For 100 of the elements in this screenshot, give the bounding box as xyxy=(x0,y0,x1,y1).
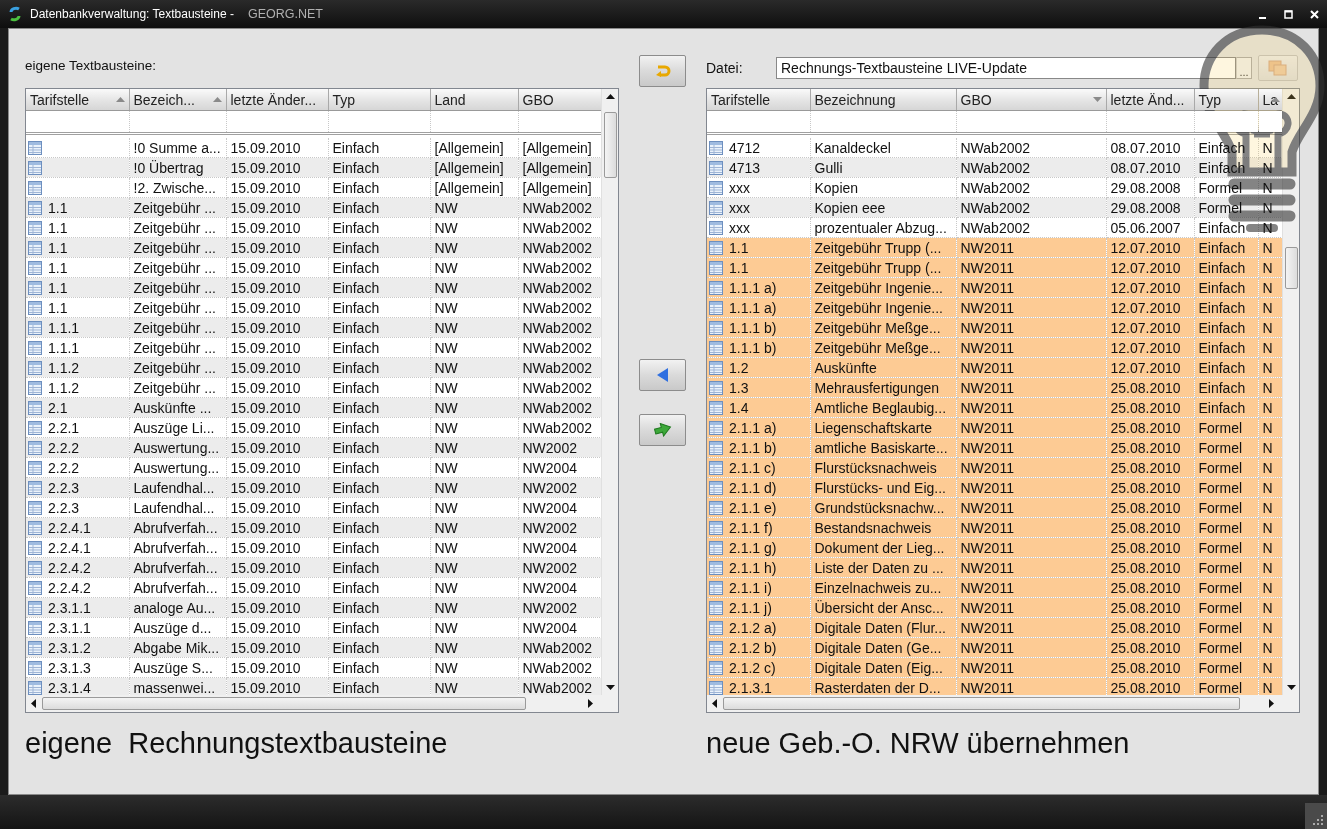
table-cell: 2.1.1 b) xyxy=(729,439,777,456)
table-cell: NW xyxy=(430,597,518,618)
highlighted-row[interactable]: 2.1.1 h) Liste der Daten zu ... NW2011 25.08.2010 Formel N xyxy=(707,557,1282,578)
table-cell: NW xyxy=(430,537,518,558)
resize-grip-icon[interactable] xyxy=(1305,803,1327,829)
highlighted-row[interactable]: 1.2 Auskünfte NW2011 12.07.2010 Einfach N xyxy=(707,357,1282,378)
row-icon xyxy=(27,679,43,695)
highlighted-row[interactable]: 1.1 Zeitgebühr Trupp (... NW2011 12.07.2010 Einfach N xyxy=(707,237,1282,258)
transfer-button[interactable] xyxy=(639,414,686,446)
highlighted-row[interactable]: 2.1.1 c) Flurstücksnachweis NW2011 25.08.2010 Formel N xyxy=(707,457,1282,478)
filter-field[interactable] xyxy=(518,110,601,134)
table-cell: 2.1.1 j) xyxy=(729,599,772,616)
scroll-thumb[interactable] xyxy=(42,697,526,710)
table-cell: NW xyxy=(430,517,518,538)
table-cell: NWab2002 xyxy=(956,177,1106,198)
table-cell: Einfach xyxy=(328,417,430,438)
table-cell: 25.08.2010 xyxy=(1106,497,1194,518)
table-cell: NW xyxy=(430,357,518,378)
table-cell: Auszüge Li... xyxy=(129,417,226,438)
table-cell: Laufendhal... xyxy=(129,497,226,518)
highlighted-row[interactable]: 2.1.1 f) Bestandsnachweis NW2011 25.08.2010 Formel N xyxy=(707,517,1282,538)
highlighted-row[interactable]: 2.1.1 e) Grundstücksnachw... NW2011 25.08.2010 Formel N xyxy=(707,497,1282,518)
row-icon xyxy=(27,539,43,556)
move-left-button[interactable] xyxy=(639,359,686,391)
undo-button[interactable] xyxy=(639,55,686,87)
column-header[interactable]: letzte Änder... xyxy=(226,89,328,111)
filter-field[interactable] xyxy=(1194,110,1258,134)
table-cell: Formel xyxy=(1194,517,1258,538)
row-icon xyxy=(27,659,43,676)
table-cell: 29.08.2008 xyxy=(1106,197,1194,218)
horizontal-scrollbar[interactable] xyxy=(26,695,618,712)
row-icon xyxy=(27,399,43,416)
browse-button[interactable]: ... xyxy=(1236,57,1252,79)
filter-field[interactable] xyxy=(707,110,810,134)
panel-label: eigene Textbausteine: xyxy=(25,58,157,73)
close-icon[interactable] xyxy=(1308,8,1320,20)
table-cell: Formel xyxy=(1194,477,1258,498)
table-cell: Abgabe Mik... xyxy=(129,637,226,658)
highlighted-row[interactable]: 2.1.1 j) Übersicht der Ansc... NW2011 25.08.2010 Formel N xyxy=(707,597,1282,618)
highlighted-row[interactable]: 2.1.1 i) Einzelnachweis zu... NW2011 25.08.2010 Formel N xyxy=(707,577,1282,598)
highlighted-row[interactable]: 1.1.1 b) Zeitgebühr Meßge... NW2011 12.07.2010 Einfach N xyxy=(707,317,1282,338)
table-cell: 25.08.2010 xyxy=(1106,617,1194,638)
column-header[interactable]: Bezeich... xyxy=(129,89,226,111)
highlighted-row[interactable]: 2.1.3.1 Rasterdaten der D... NW2011 25.08.2010 Formel N xyxy=(707,677,1282,695)
column-header[interactable]: Land xyxy=(430,89,518,111)
highlighted-row[interactable]: 2.1.2 c) Digitale Daten (Eig... NW2011 25.08.2010 Formel N xyxy=(707,657,1282,678)
column-header[interactable]: Typ xyxy=(328,89,430,111)
filter-field[interactable] xyxy=(26,110,129,134)
highlighted-row[interactable]: 2.1.1 g) Dokument der Lieg... NW2011 25.08.2010 Formel N xyxy=(707,537,1282,558)
table-cell: NW xyxy=(430,257,518,278)
filter-field[interactable] xyxy=(1258,110,1282,134)
highlighted-row[interactable]: 1.1.1 b) Zeitgebühr Meßge... NW2011 12.07.2010 Einfach N xyxy=(707,337,1282,358)
column-header[interactable]: Tarifstelle xyxy=(26,89,129,111)
column-header[interactable]: Tarifstelle xyxy=(707,89,810,111)
highlighted-row[interactable]: 2.1.1 d) Flurstücks- und Eig... NW2011 25.08.2010 Formel N xyxy=(707,477,1282,498)
scroll-thumb[interactable] xyxy=(1284,247,1298,289)
table-cell: Einfach xyxy=(1194,297,1258,318)
table-row[interactable]: xxx prozentualer Abzug... NWab2002 05.06.2007 Einfach N xyxy=(707,217,1282,238)
highlighted-row[interactable]: 2.1.2 b) Digitale Daten (Ge... NW2011 25.08.2010 Formel N xyxy=(707,637,1282,658)
column-header[interactable]: letzte Änd... xyxy=(1106,89,1194,111)
table-cell: 1.1 xyxy=(48,219,68,236)
table-cell: Abrufverfah... xyxy=(129,517,226,538)
table-cell: 2.1.1 h) xyxy=(729,559,777,576)
row-icon xyxy=(708,439,724,456)
table-cell: NW xyxy=(430,337,518,358)
horizontal-scrollbar[interactable] xyxy=(707,695,1299,712)
column-header[interactable]: GBO xyxy=(956,89,1106,111)
row-icon xyxy=(27,319,43,336)
table-cell: [Allgemein] xyxy=(430,157,518,178)
column-header[interactable]: Typ xyxy=(1194,89,1258,111)
table-cell: Auskünfte ... xyxy=(129,397,226,418)
table-cell: 25.08.2010 xyxy=(1106,457,1194,478)
row-icon xyxy=(27,479,43,496)
highlighted-row[interactable]: 1.3 Mehrausfertigungen NW2011 25.08.2010 Einfach N xyxy=(707,377,1282,398)
maximize-icon[interactable] xyxy=(1282,8,1294,20)
table-row[interactable]: 4712 Kanaldeckel NWab2002 08.07.2010 Einfach N xyxy=(707,138,1282,158)
vertical-scrollbar[interactable] xyxy=(1282,89,1299,695)
vertical-scrollbar[interactable] xyxy=(601,89,618,695)
table-cell: NWab2002 xyxy=(956,197,1106,218)
table-cell: 2.3.1.1 xyxy=(48,619,91,636)
table-cell: Auszüge S... xyxy=(129,657,226,678)
highlighted-row[interactable]: 2.1.2 a) Digitale Daten (Flur... NW2011 25.08.2010 Formel N xyxy=(707,617,1282,638)
highlighted-row[interactable]: 1.4 Amtliche Beglaubig... NW2011 25.08.2010 Einfach N xyxy=(707,397,1282,418)
scroll-thumb[interactable] xyxy=(603,112,617,178)
table-cell: 2.1.1 d) xyxy=(729,479,777,496)
column-header[interactable]: GBO xyxy=(518,89,601,111)
row-icon xyxy=(27,619,43,636)
table-cell: 2.1.2 b) xyxy=(729,639,777,656)
highlighted-row[interactable]: 2.1.1 a) Liegenschaftskarte NW2011 25.08.2010 Formel N xyxy=(707,417,1282,438)
scroll-thumb[interactable] xyxy=(723,697,1240,710)
highlighted-row[interactable]: 2.1.1 b) amtliche Basiskarte... NW2011 25.08.2010 Formel N xyxy=(707,437,1282,458)
highlighted-row[interactable]: 1.1.1 a) Zeitgebühr Ingenie... NW2011 12.07.2010 Einfach N xyxy=(707,297,1282,318)
table-row[interactable]: xxx Kopien eee NWab2002 29.08.2008 Formel N xyxy=(707,197,1282,218)
left-arrow-icon xyxy=(656,368,669,382)
highlighted-row[interactable]: 1.1 Zeitgebühr Trupp (... NW2011 12.07.2010 Einfach N xyxy=(707,257,1282,278)
highlighted-row[interactable]: 1.1.1 a) Zeitgebühr Ingenie... NW2011 12.07.2010 Einfach N xyxy=(707,277,1282,298)
table-cell: Einfach xyxy=(328,477,430,498)
file-field[interactable]: Rechnungs-Textbausteine LIVE-Update xyxy=(776,57,1236,79)
table-cell: 15.09.2010 xyxy=(226,357,328,378)
column-header[interactable]: Bezeichnung xyxy=(810,89,956,111)
